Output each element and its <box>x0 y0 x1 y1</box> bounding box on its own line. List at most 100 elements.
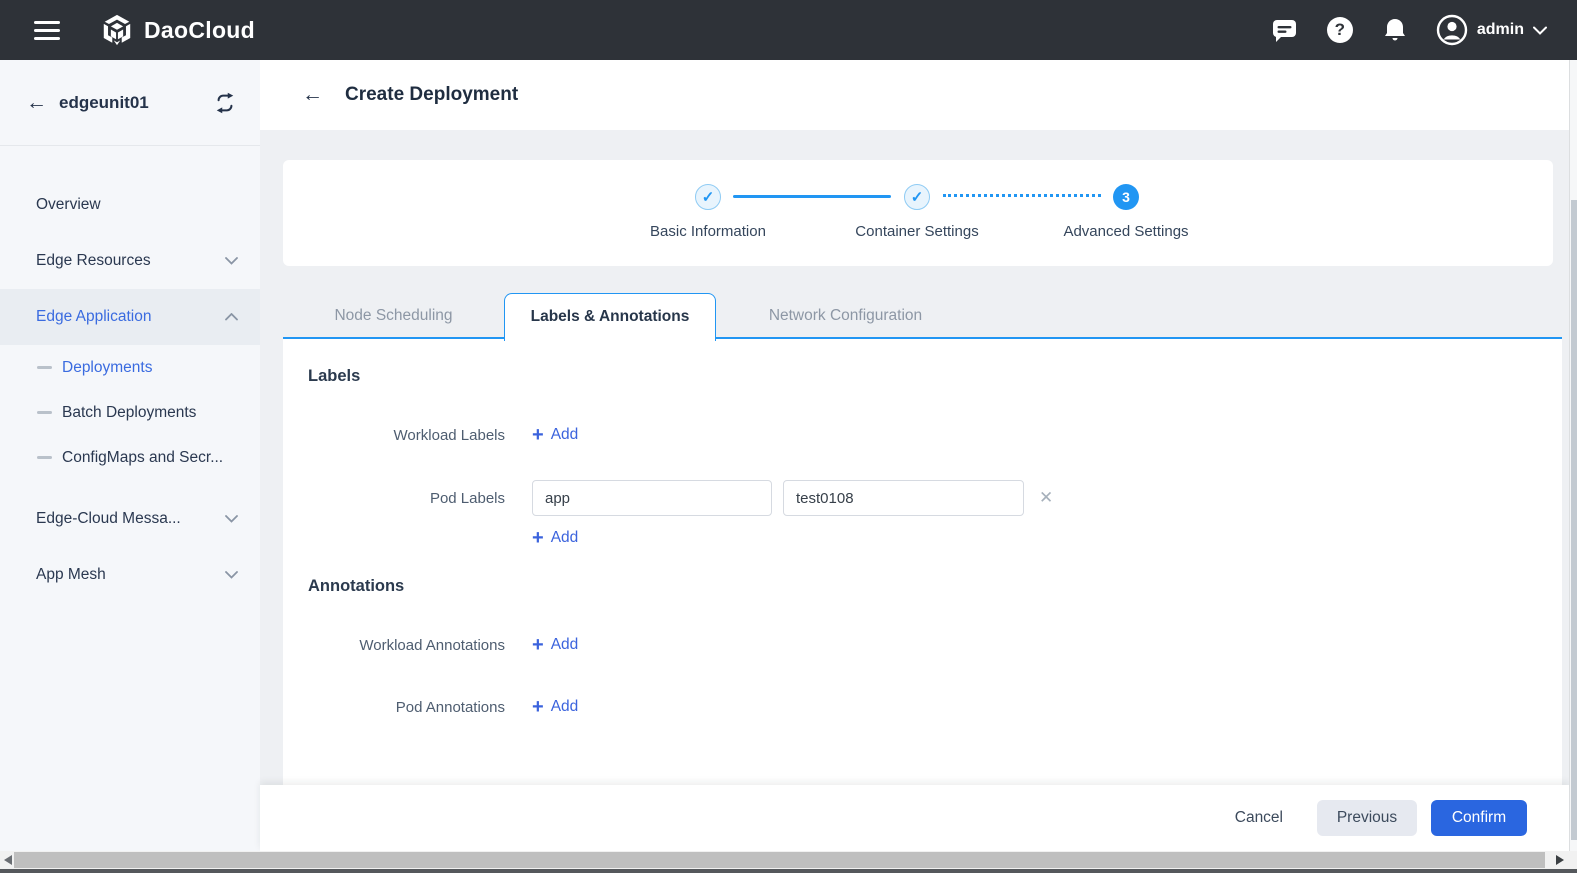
sidebar-item-app-mesh[interactable]: App Mesh <box>0 547 260 603</box>
pod-labels-add-row: + Add <box>308 528 578 548</box>
sidebar-item-deployments[interactable]: Deployments <box>0 345 260 390</box>
question-glyph: ? <box>1327 17 1353 43</box>
annotations-section-title: Annotations <box>308 577 404 596</box>
brand-logo[interactable]: DaoCloud <box>100 13 255 47</box>
step-1-label: Basic Information <box>598 223 818 240</box>
step-1-circle[interactable]: ✓ <box>695 184 721 210</box>
plus-icon: + <box>532 425 544 445</box>
add-label: Add <box>551 529 579 547</box>
top-bar: DaoCloud ? <box>0 0 1577 60</box>
workload-labels-add-button[interactable]: + Add <box>532 425 578 445</box>
sidebar-header: ← edgeunit01 <box>0 60 260 146</box>
labels-section-title: Labels <box>308 367 360 386</box>
daocloud-cube-icon <box>100 13 134 47</box>
sidebar-item-edge-cloud-message[interactable]: Edge-Cloud Messa... <box>0 491 260 547</box>
cluster-name: edgeunit01 <box>59 93 149 113</box>
nav-label: Edge Resources <box>36 252 151 270</box>
tab-network-configuration[interactable]: Network Configuration <box>716 293 975 339</box>
chevron-up-icon <box>225 313 238 321</box>
sidebar: ← edgeunit01 Overview Edge Resources <box>0 60 260 851</box>
dash-icon <box>37 366 52 369</box>
pod-annotations-label: Pod Annotations <box>308 699 505 716</box>
sidebar-item-batch-deployments[interactable]: Batch Deployments <box>0 390 260 435</box>
step-number: 3 <box>1122 189 1130 205</box>
sidebar-item-overview[interactable]: Overview <box>0 177 260 233</box>
chevron-down-icon <box>225 257 238 265</box>
tab-labels-annotations[interactable]: Labels & Annotations <box>504 293 716 341</box>
pod-annotations-add-button[interactable]: + Add <box>532 697 578 717</box>
tabs-underline <box>283 337 1562 339</box>
remove-pod-label-icon[interactable]: ✕ <box>1039 488 1053 508</box>
app-window: DaoCloud ? <box>0 0 1577 873</box>
add-label: Add <box>551 426 579 444</box>
nav-label: Edge Application <box>36 308 151 326</box>
avatar-icon <box>1436 14 1468 46</box>
user-menu[interactable]: admin <box>1436 14 1547 46</box>
add-label: Add <box>551 636 579 654</box>
workload-annotations-add-button[interactable]: + Add <box>532 635 578 655</box>
page-title: Create Deployment <box>345 84 518 106</box>
check-icon: ✓ <box>702 188 715 206</box>
sidebar-item-edge-application[interactable]: Edge Application <box>0 289 260 345</box>
user-chevron-down-icon <box>1533 26 1547 35</box>
chevron-down-icon <box>225 571 238 579</box>
plus-icon: + <box>532 697 544 717</box>
bell-icon[interactable] <box>1381 16 1409 44</box>
topbar-actions: ? admin <box>1271 14 1547 46</box>
window-bottom-edge <box>0 869 1577 873</box>
vertical-scrollbar-thumb[interactable] <box>1571 200 1577 840</box>
scroll-left-arrow-icon[interactable] <box>4 855 12 865</box>
chevron-down-icon <box>225 515 238 523</box>
pod-labels-add-button[interactable]: + Add <box>532 528 578 548</box>
help-icon[interactable]: ? <box>1326 16 1354 44</box>
pod-labels-label: Pod Labels <box>308 490 505 507</box>
sidebar-item-edge-resources[interactable]: Edge Resources <box>0 233 260 289</box>
dash-icon <box>37 411 52 414</box>
sidebar-back-icon[interactable]: ← <box>26 91 47 115</box>
step-connector-solid <box>733 195 891 198</box>
scroll-right-arrow-icon[interactable] <box>1556 855 1564 865</box>
nav-label: ConfigMaps and Secr... <box>62 449 223 467</box>
chat-icon[interactable] <box>1271 16 1299 44</box>
previous-button[interactable]: Previous <box>1317 800 1417 836</box>
vertical-scrollbar[interactable] <box>1569 60 1577 851</box>
step-3-label: Advanced Settings <box>1016 223 1236 240</box>
step-3-circle[interactable]: 3 <box>1113 184 1139 210</box>
step-connector-dotted <box>943 194 1101 197</box>
sidebar-nav: Overview Edge Resources Edge Application… <box>0 146 260 603</box>
sidebar-item-configmaps-secrets[interactable]: ConfigMaps and Secr... <box>0 435 260 480</box>
pod-label-key-input[interactable] <box>532 480 772 516</box>
step-2-circle[interactable]: ✓ <box>904 184 930 210</box>
workload-labels-label: Workload Labels <box>308 427 505 444</box>
horizontal-scrollbar-thumb[interactable] <box>14 852 1545 868</box>
switch-cluster-icon[interactable] <box>214 92 236 114</box>
nav-label: Overview <box>36 196 101 214</box>
workload-annotations-row: Workload Annotations + Add <box>308 635 578 655</box>
labels-annotations-panel: Labels Workload Labels + Add Pod Labels … <box>283 339 1562 785</box>
workload-labels-row: Workload Labels + Add <box>308 425 578 445</box>
add-label: Add <box>551 698 579 716</box>
nav-label: App Mesh <box>36 566 106 584</box>
pod-label-value-input[interactable] <box>783 480 1024 516</box>
wizard-footer: Cancel Previous Confirm <box>260 785 1569 851</box>
nav-label: Edge-Cloud Messa... <box>36 510 181 528</box>
menu-icon[interactable] <box>34 16 60 45</box>
username: admin <box>1477 21 1524 39</box>
workload-annotations-label: Workload Annotations <box>308 637 505 654</box>
check-icon: ✓ <box>911 188 924 206</box>
pod-annotations-row: Pod Annotations + Add <box>308 697 578 717</box>
dash-icon <box>37 456 52 459</box>
main-area: ← Create Deployment ✓ ✓ 3 Basic Informat… <box>260 60 1569 851</box>
page-back-icon[interactable]: ← <box>302 83 323 107</box>
page-header: ← Create Deployment <box>260 60 1569 130</box>
confirm-button[interactable]: Confirm <box>1431 800 1527 836</box>
horizontal-scrollbar[interactable] <box>0 851 1577 869</box>
tab-node-scheduling[interactable]: Node Scheduling <box>283 293 504 339</box>
cancel-button[interactable]: Cancel <box>1215 800 1303 836</box>
brand-name: DaoCloud <box>144 17 255 44</box>
nav-label: Batch Deployments <box>62 404 196 422</box>
step-2-label: Container Settings <box>807 223 1027 240</box>
plus-icon: + <box>532 528 544 548</box>
plus-icon: + <box>532 635 544 655</box>
tabs: Node Scheduling Labels & Annotations Net… <box>283 293 1562 339</box>
